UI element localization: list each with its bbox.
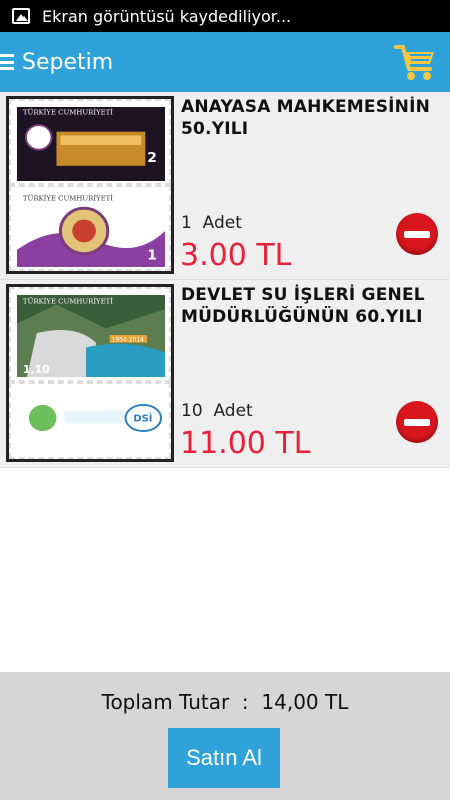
status-bar: Ekran görüntüsü kaydediliyor...	[0, 0, 450, 32]
stamp-bottom: TÜRKİYE CUMHURİYETİ 1	[9, 185, 171, 271]
minus-icon	[404, 230, 430, 238]
remove-item-button[interactable]	[396, 213, 438, 255]
quantity-value: 10	[181, 401, 203, 421]
cart-icon[interactable]	[394, 42, 436, 82]
stamp-value-3: 1,10	[23, 363, 50, 376]
total-label: Toplam Tutar	[101, 690, 230, 714]
stamp-top: TÜRKİYE CUMHURİYETİ 2	[9, 99, 171, 185]
stamp-value-2: 1	[147, 248, 157, 264]
cart-list: TÜRKİYE CUMHURİYETİ 2 TÜRKİYE CUMHURİYET…	[0, 92, 450, 468]
stamp-image: TÜRKİYE CUMHURİYETİ 1954-2014 1,10 DSİ	[6, 284, 174, 462]
total-value: 14,00 TL	[261, 690, 349, 714]
quantity-unit: Adet	[213, 401, 253, 421]
image-icon	[12, 8, 30, 24]
item-name: ANAYASA MAHKEMESİNİN 50.YILI	[181, 97, 431, 139]
minus-icon	[404, 418, 430, 426]
menu-icon[interactable]	[0, 54, 14, 70]
cart-footer: Toplam Tutar : 14,00 TL Satın Al	[0, 672, 450, 800]
stamp-year: 1954-2014	[112, 338, 145, 344]
quantity-value: 1	[181, 213, 192, 233]
item-quantity: 10 Adet	[181, 401, 253, 421]
cart-item[interactable]: TÜRKİYE CUMHURİYETİ 2 TÜRKİYE CUMHURİYET…	[0, 92, 450, 280]
page-title: Sepetim	[22, 49, 114, 75]
quantity-unit: Adet	[202, 213, 242, 233]
buy-button[interactable]: Satın Al	[168, 728, 280, 788]
cart-item[interactable]: TÜRKİYE CUMHURİYETİ 1954-2014 1,10 DSİ D…	[0, 280, 450, 468]
item-price: 3.00 TL	[180, 238, 292, 273]
stamp-logo-text: DSİ	[133, 411, 152, 425]
stamp-top: TÜRKİYE CUMHURİYETİ 1954-2014 1,10	[9, 287, 171, 382]
app-bar: Sepetim	[0, 32, 450, 92]
stamp-bottom: DSİ	[9, 381, 171, 459]
item-name: DEVLET SU İŞLERİ GENEL MÜDÜRLÜĞÜNÜN 60.Y…	[181, 285, 425, 327]
stamp-image: TÜRKİYE CUMHURİYETİ 2 TÜRKİYE CUMHURİYET…	[6, 96, 174, 274]
remove-item-button[interactable]	[396, 401, 438, 443]
total-amount: Toplam Tutar : 14,00 TL	[0, 690, 450, 714]
stamp-value-1: 2	[147, 150, 157, 166]
status-notification-text: Ekran görüntüsü kaydediliyor...	[42, 6, 292, 26]
stamp-caption-3: TÜRKİYE CUMHURİYETİ	[23, 297, 113, 306]
total-separator: :	[241, 690, 249, 714]
stamp-caption-2: TÜRKİYE CUMHURİYETİ	[23, 194, 113, 203]
item-quantity: 1 Adet	[181, 213, 242, 233]
stamp-caption-1: TÜRKİYE CUMHURİYETİ	[23, 108, 113, 117]
item-price: 11.00 TL	[180, 426, 311, 461]
